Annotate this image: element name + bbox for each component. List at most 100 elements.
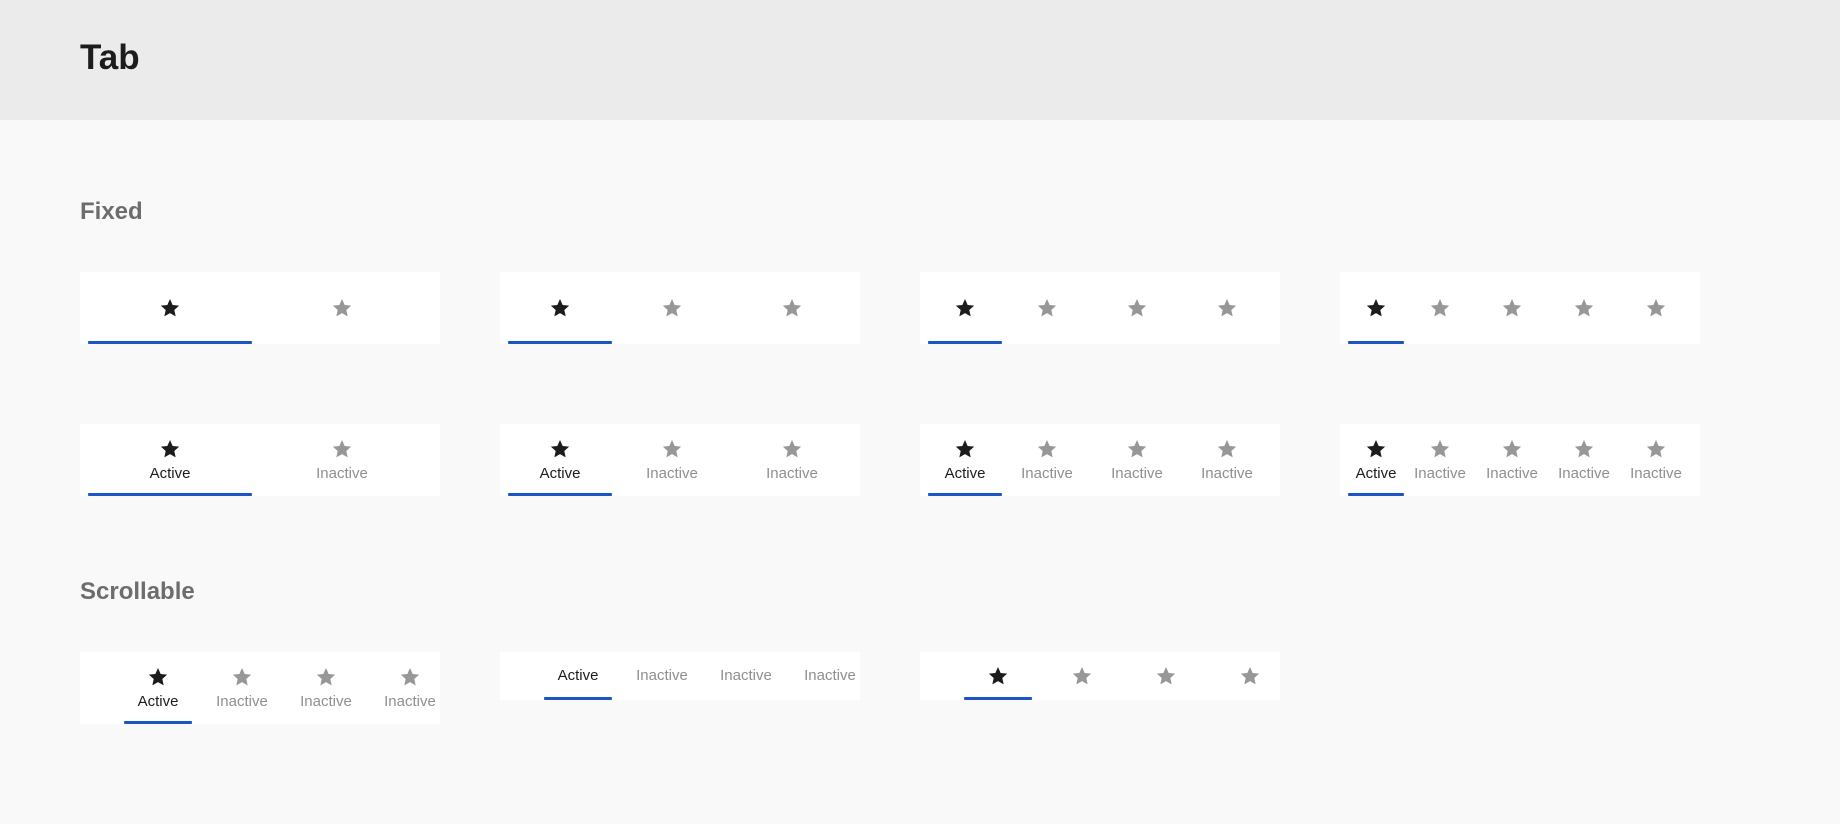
tab-inactive[interactable]: Inactive (1092, 424, 1182, 496)
tab-inactive[interactable] (1002, 272, 1092, 344)
active-indicator (508, 341, 612, 344)
star-icon (954, 297, 976, 319)
tab-inactive[interactable]: Inactive (1404, 424, 1476, 496)
star-icon (1501, 297, 1523, 319)
section-title-fixed: Fixed (80, 198, 143, 225)
star-icon (315, 666, 337, 688)
tab-inactive[interactable]: Inactive (1002, 424, 1092, 496)
star-icon (661, 438, 683, 460)
tab-label: Inactive (646, 464, 698, 482)
tab-label: Inactive (384, 692, 436, 710)
tab-inactive[interactable] (1548, 272, 1620, 344)
tab-label: Inactive (216, 692, 268, 710)
star-icon (1216, 438, 1238, 460)
tab-label: Inactive (766, 464, 818, 482)
tab-inactive[interactable]: Inactive (1476, 424, 1548, 496)
tab-active[interactable] (928, 272, 1002, 344)
tab-inactive[interactable] (1476, 272, 1548, 344)
tabbar-fixed-label-5: Active Inactive Inactive Inactive Inacti… (1340, 424, 1700, 496)
section-title-scrollable: Scrollable (80, 578, 195, 605)
star-icon (1365, 297, 1387, 319)
star-icon (549, 297, 571, 319)
tab-inactive[interactable] (732, 272, 852, 344)
active-indicator (1348, 493, 1404, 496)
tab-inactive[interactable] (1132, 652, 1200, 700)
tabbar-fixed-label-3: Active Inactive Inactive (500, 424, 860, 496)
tab-active[interactable] (508, 272, 612, 344)
tab-inactive[interactable]: Inactive (208, 652, 276, 724)
tab-label: Inactive (636, 667, 688, 684)
tab-active[interactable] (964, 652, 1032, 700)
tab-inactive[interactable] (1048, 652, 1116, 700)
tab-active[interactable] (88, 272, 252, 344)
tab-label: Inactive (804, 667, 856, 684)
star-icon (1216, 297, 1238, 319)
tab-inactive[interactable] (612, 272, 732, 344)
star-icon (1036, 297, 1058, 319)
tabbar-fixed-icon-5 (1340, 272, 1700, 344)
star-icon (1645, 297, 1667, 319)
active-indicator (88, 341, 252, 344)
tab-inactive[interactable] (252, 272, 432, 344)
star-icon (1036, 438, 1058, 460)
tab-inactive[interactable]: Inactive (252, 424, 432, 496)
tab-inactive[interactable]: Inactive (628, 652, 696, 700)
tab-inactive[interactable]: Inactive (1620, 424, 1692, 496)
tabbar-fixed-label-4: Active Inactive Inactive Inactive (920, 424, 1280, 496)
active-indicator (1348, 341, 1404, 344)
star-icon (159, 297, 181, 319)
tab-inactive[interactable]: Inactive (376, 652, 440, 724)
tab-inactive[interactable] (1620, 272, 1692, 344)
tab-label: Active (137, 692, 179, 710)
tab-inactive[interactable]: Inactive (1548, 424, 1620, 496)
tab-active[interactable]: Active (88, 424, 252, 496)
page-title: Tab (80, 38, 140, 77)
tab-active[interactable]: Active (508, 424, 612, 496)
tab-inactive[interactable] (1404, 272, 1476, 344)
tab-label: Inactive (1414, 464, 1466, 482)
tab-active[interactable]: Active (124, 652, 192, 724)
tab-label: Inactive (300, 692, 352, 710)
tab-label: Inactive (1111, 464, 1163, 482)
tabbar-fixed-icon-4 (920, 272, 1280, 344)
active-indicator (928, 493, 1002, 496)
tab-active[interactable]: Active (1348, 424, 1404, 496)
star-icon (1071, 665, 1093, 687)
tab-inactive[interactable]: Inactive (732, 424, 852, 496)
star-icon (147, 666, 169, 688)
tab-inactive[interactable] (1092, 272, 1182, 344)
star-icon (159, 438, 181, 460)
star-icon (331, 438, 353, 460)
tab-label: Inactive (720, 667, 772, 684)
tab-label: Inactive (1021, 464, 1073, 482)
star-icon (231, 666, 253, 688)
tabbar-scrollable-icon (920, 652, 1280, 700)
star-icon (1365, 438, 1387, 460)
tabbar-fixed-icon-2 (80, 272, 440, 344)
active-indicator (88, 493, 252, 496)
tab-inactive[interactable] (1182, 272, 1272, 344)
tab-active[interactable]: Active (928, 424, 1002, 496)
tab-inactive[interactable]: Inactive (612, 424, 732, 496)
active-indicator (928, 341, 1002, 344)
star-icon (1126, 297, 1148, 319)
tabbar-scrollable-icon-label: Active Inactive Inactive Inactive (80, 652, 440, 724)
star-icon (1126, 438, 1148, 460)
tabbar-fixed-icon-3 (500, 272, 860, 344)
star-icon (549, 438, 571, 460)
tab-inactive[interactable] (1216, 652, 1280, 700)
active-indicator (124, 721, 192, 724)
tab-active[interactable] (1348, 272, 1404, 344)
tab-inactive[interactable]: Inactive (1182, 424, 1272, 496)
star-icon (954, 438, 976, 460)
tab-inactive[interactable]: Inactive (712, 652, 780, 700)
star-icon (781, 438, 803, 460)
page-header: Tab (0, 0, 1840, 120)
tab-inactive[interactable]: Inactive (796, 652, 860, 700)
tab-active[interactable]: Active (544, 652, 612, 700)
tab-inactive[interactable]: Inactive (292, 652, 360, 724)
tab-label: Active (539, 464, 581, 482)
tab-label: Inactive (1558, 464, 1610, 482)
active-indicator (508, 493, 612, 496)
active-indicator (964, 697, 1032, 700)
